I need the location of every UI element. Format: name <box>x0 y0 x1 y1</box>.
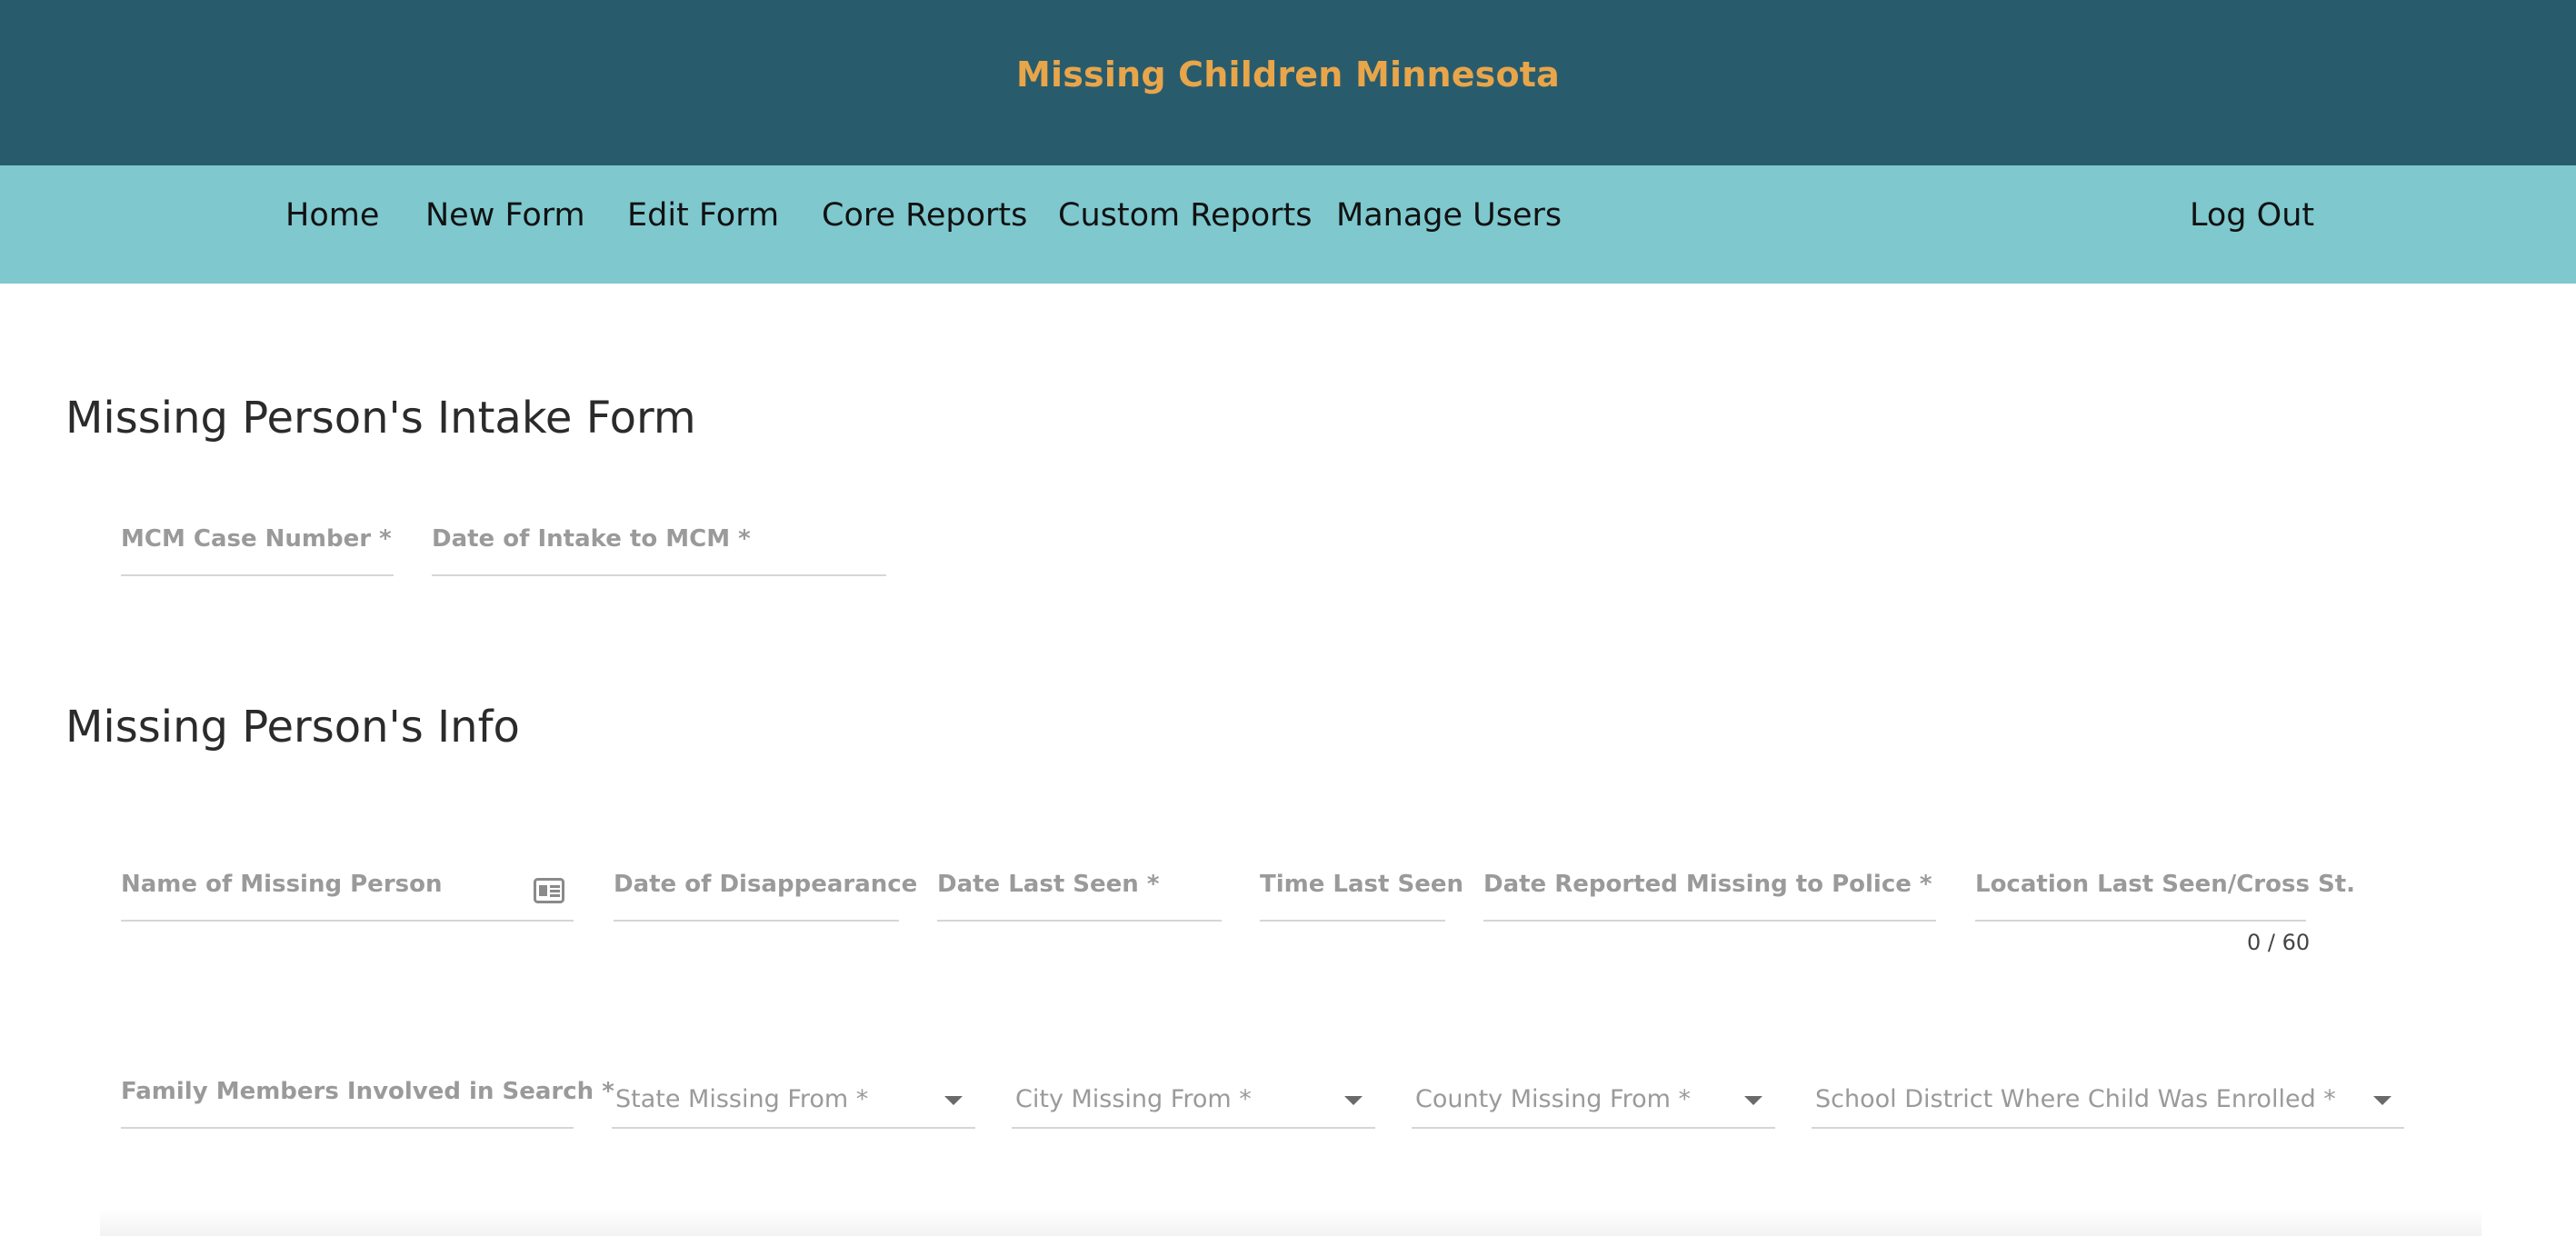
date-of-intake-field[interactable]: Date of Intake to MCM * <box>432 518 886 576</box>
location-last-seen-field[interactable]: Location Last Seen/Cross St. <box>1975 863 2355 922</box>
date-of-disappearance-label: Date of Disappearance <box>614 871 918 898</box>
location-last-seen-label: Location Last Seen/Cross St. <box>1975 871 2356 898</box>
intake-section-title: Missing Person's Intake Form <box>65 393 696 444</box>
caret-down-icon <box>2373 1096 2391 1105</box>
nav-manage-users[interactable]: Manage Users <box>1336 165 1562 284</box>
date-last-seen-label: Date Last Seen * <box>937 871 1160 898</box>
nav-bar: Home New Form Edit Form Core Reports Cus… <box>0 165 2576 284</box>
date-of-disappearance-field[interactable]: Date of Disappearance <box>614 863 917 922</box>
nav-edit-form[interactable]: Edit Form <box>627 165 779 284</box>
app-header: Missing Children Minnesota <box>0 0 2576 165</box>
city-missing-from-label: City Missing From * <box>1015 1085 1252 1113</box>
date-last-seen-field[interactable]: Date Last Seen * <box>937 863 1222 922</box>
date-reported-missing-label: Date Reported Missing to Police * <box>1483 871 1932 898</box>
county-missing-from-label: County Missing From * <box>1415 1085 1691 1113</box>
nav-core-reports[interactable]: Core Reports <box>822 165 1027 284</box>
next-card-edge <box>100 1209 2481 1236</box>
location-char-counter: 0 / 60 <box>2247 930 2311 955</box>
family-members-label: Family Members Involved in Search * <box>121 1078 614 1105</box>
state-missing-from-label: State Missing From * <box>615 1085 869 1113</box>
time-last-seen-field[interactable]: Time Last Seen <box>1260 863 1463 922</box>
caret-down-icon <box>944 1096 963 1105</box>
date-of-intake-label: Date of Intake to MCM * <box>432 525 751 553</box>
date-reported-missing-field[interactable]: Date Reported Missing to Police * <box>1483 863 1936 922</box>
nav-log-out[interactable]: Log Out <box>2190 165 2314 284</box>
mcm-case-number-label: MCM Case Number * <box>121 525 392 553</box>
time-last-seen-label: Time Last Seen <box>1260 871 1463 898</box>
mcm-case-number-field[interactable]: MCM Case Number * <box>121 518 394 576</box>
info-section-title: Missing Person's Info <box>65 702 520 753</box>
name-of-missing-person-label: Name of Missing Person <box>121 871 443 898</box>
city-missing-from-select[interactable]: City Missing From * <box>1012 1078 1375 1129</box>
state-missing-from-select[interactable]: State Missing From * <box>612 1078 975 1129</box>
school-district-select[interactable]: School District Where Child Was Enrolled… <box>1812 1078 2404 1129</box>
county-missing-from-select[interactable]: County Missing From * <box>1412 1078 1775 1129</box>
caret-down-icon <box>1744 1096 1762 1105</box>
name-of-missing-person-field[interactable]: Name of Missing Person <box>121 863 574 922</box>
app-title: Missing Children Minnesota <box>1015 55 1561 95</box>
nav-new-form[interactable]: New Form <box>425 165 585 284</box>
nav-home[interactable]: Home <box>285 165 379 284</box>
school-district-label: School District Where Child Was Enrolled… <box>1815 1085 2336 1113</box>
contact-card-icon[interactable] <box>534 878 564 903</box>
caret-down-icon <box>1344 1096 1363 1105</box>
nav-custom-reports[interactable]: Custom Reports <box>1058 165 1312 284</box>
family-members-field[interactable]: Family Members Involved in Search * <box>121 1071 614 1129</box>
